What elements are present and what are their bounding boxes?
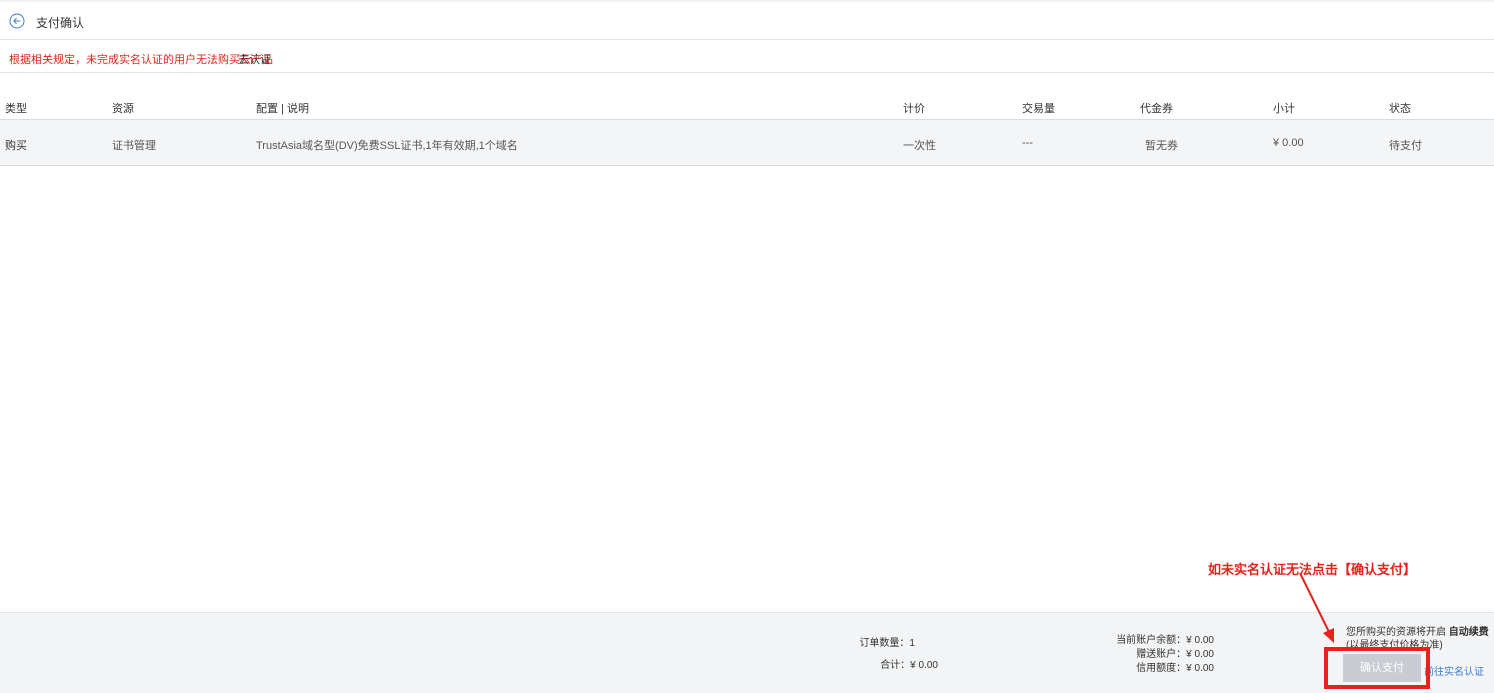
table-row: 购买 证书管理 TrustAsia域名型(DV)免费SSL证书,1年有效期,1个…: [0, 120, 1494, 166]
column-header-config: 配置 | 说明: [256, 103, 309, 115]
page-header: 支付确认: [0, 2, 1494, 40]
account-balance: 当前账户余额：¥ 0.00: [1116, 635, 1214, 646]
gift-account: 赠送账户：¥ 0.00: [1136, 649, 1214, 660]
cell-config: TrustAsia域名型(DV)免费SSL证书,1年有效期,1个域名: [256, 140, 518, 152]
cell-subtotal: ¥ 0.00: [1273, 137, 1304, 149]
back-arrow-icon[interactable]: [9, 13, 25, 29]
column-header-subtotal: 小计: [1273, 103, 1295, 115]
go-realname-verify-link[interactable]: 前往实名认证: [1424, 663, 1484, 678]
cell-type: 购买: [5, 140, 27, 152]
cell-status: 待支付: [1389, 140, 1422, 152]
column-header-quantity: 交易量: [1022, 103, 1055, 115]
cell-resource: 证书管理: [112, 140, 156, 152]
order-total: 合计：¥ 0.00: [880, 660, 938, 671]
credit-limit: 信用额度：¥ 0.00: [1136, 663, 1214, 674]
table-header: 类型 资源 配置 | 说明 计价 交易量 代金券 小计 状态: [0, 92, 1494, 120]
payment-confirm-page: 支付确认 根据相关规定，未完成实名认证的用户无法购买云产品 去认证 类型 资源 …: [0, 0, 1494, 693]
column-header-pricing: 计价: [903, 103, 925, 115]
payment-footer: 订单数量：1 合计：¥ 0.00 当前账户余额：¥ 0.00 赠送账户：¥ 0.…: [0, 612, 1494, 693]
cell-voucher: 暂无券: [1145, 140, 1178, 152]
column-header-voucher: 代金券: [1140, 103, 1173, 115]
confirm-payment-button[interactable]: 确认支付: [1343, 654, 1421, 682]
notice-text: 根据相关规定，未完成实名认证的用户无法购买云产品: [9, 54, 273, 66]
cell-pricing: 一次性: [903, 140, 936, 152]
annotation-arrow-icon: [1299, 572, 1334, 643]
column-header-type: 类型: [5, 103, 27, 115]
go-verify-link[interactable]: 去认证: [238, 51, 271, 67]
auto-renew-label: 自动续费: [1448, 627, 1489, 638]
order-count: 订单数量：1: [859, 638, 915, 649]
column-header-status: 状态: [1389, 103, 1411, 115]
cell-quantity: ---: [1022, 137, 1033, 149]
column-header-resource: 资源: [112, 103, 134, 115]
realname-notice: 根据相关规定，未完成实名认证的用户无法购买云产品 去认证: [0, 40, 1494, 73]
auto-renew-note: (以最终支付价格为准): [1346, 640, 1443, 651]
page-title: 支付确认: [36, 16, 85, 30]
